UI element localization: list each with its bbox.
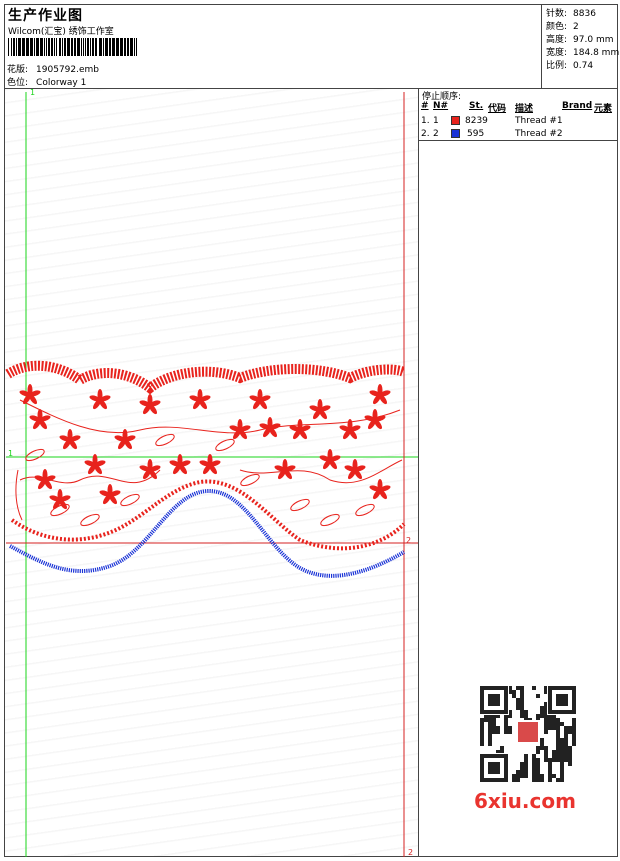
marker-mid-left: 1 xyxy=(8,449,14,458)
lace-leaf xyxy=(120,493,140,507)
lace-leaf xyxy=(320,513,340,527)
marker-mid-right: 2 xyxy=(406,536,412,545)
lace-leaf xyxy=(25,448,45,462)
red-lace-flowers xyxy=(19,384,391,510)
seal-stamp xyxy=(518,722,538,742)
lace-leaf xyxy=(80,513,100,527)
red-lace-leaves xyxy=(25,433,375,527)
qr-code xyxy=(479,685,577,783)
lace-leaf xyxy=(155,433,175,447)
embroidery-design xyxy=(5,92,577,857)
watermark-text: 6xiu.com xyxy=(474,789,576,813)
lace-leaf xyxy=(355,503,375,517)
lace-leaf xyxy=(290,498,310,512)
lace-leaf xyxy=(240,473,260,487)
blue-border-stitch xyxy=(9,488,406,578)
marker-bottom-right: 2 xyxy=(408,848,414,857)
lace-leaf xyxy=(215,438,235,452)
lace-leaf xyxy=(50,503,70,517)
marker-top-left: 1 xyxy=(30,88,36,97)
